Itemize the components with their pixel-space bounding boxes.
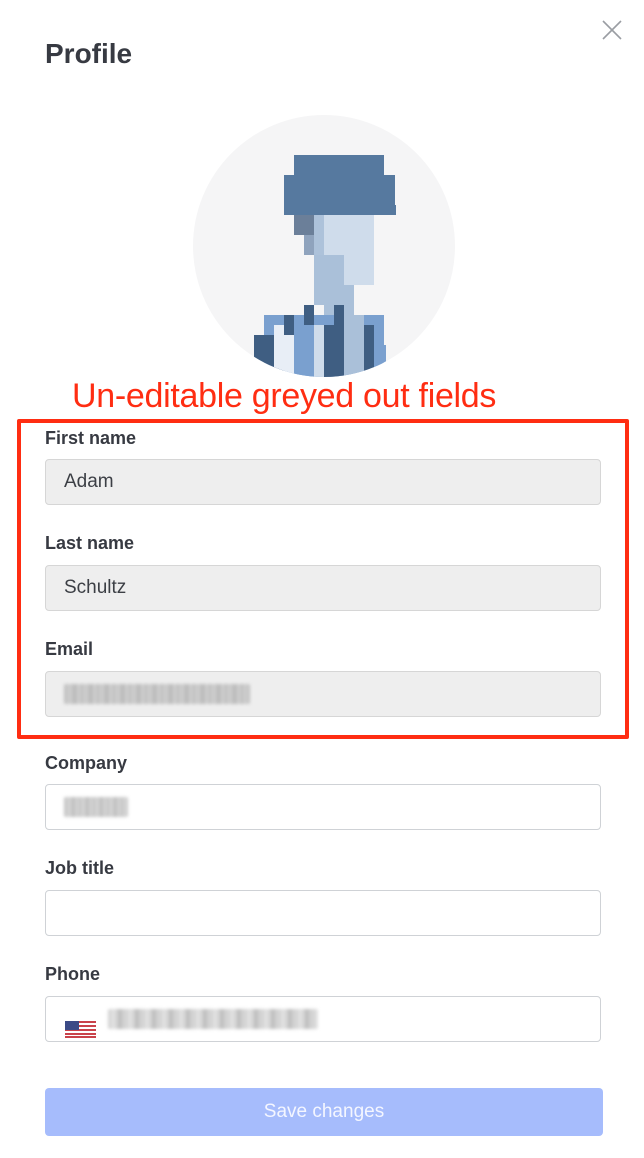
pixel-avatar-image [254,155,396,377]
page-title: Profile [45,38,133,69]
phone-field[interactable] [45,996,601,1042]
profile-dialog: Profile Un-editable greyed out fields Fi… [0,0,644,1158]
first-name-label: First name [45,428,137,448]
last-name-field: Schultz [45,565,601,611]
us-flag-icon[interactable] [65,1011,96,1038]
last-name-label: Last name [45,533,135,553]
job-title-field[interactable] [45,890,601,936]
annotation-label: Un-editable greyed out fields [72,377,497,415]
email-redacted-value [64,684,250,704]
first-name-field: Adam [45,459,601,505]
last-name-value: Schultz [64,577,127,598]
first-name-value: Adam [64,471,114,492]
company-redacted-value [64,797,128,817]
email-field [45,671,601,717]
phone-label: Phone [45,964,101,984]
email-label: Email [45,639,94,659]
company-field[interactable] [45,784,601,830]
close-icon[interactable] [600,18,624,42]
avatar[interactable] [193,115,455,377]
job-title-label: Job title [45,858,115,878]
company-label: Company [45,753,128,773]
phone-redacted-value [108,1009,318,1029]
save-changes-button[interactable]: Save changes [45,1088,603,1136]
